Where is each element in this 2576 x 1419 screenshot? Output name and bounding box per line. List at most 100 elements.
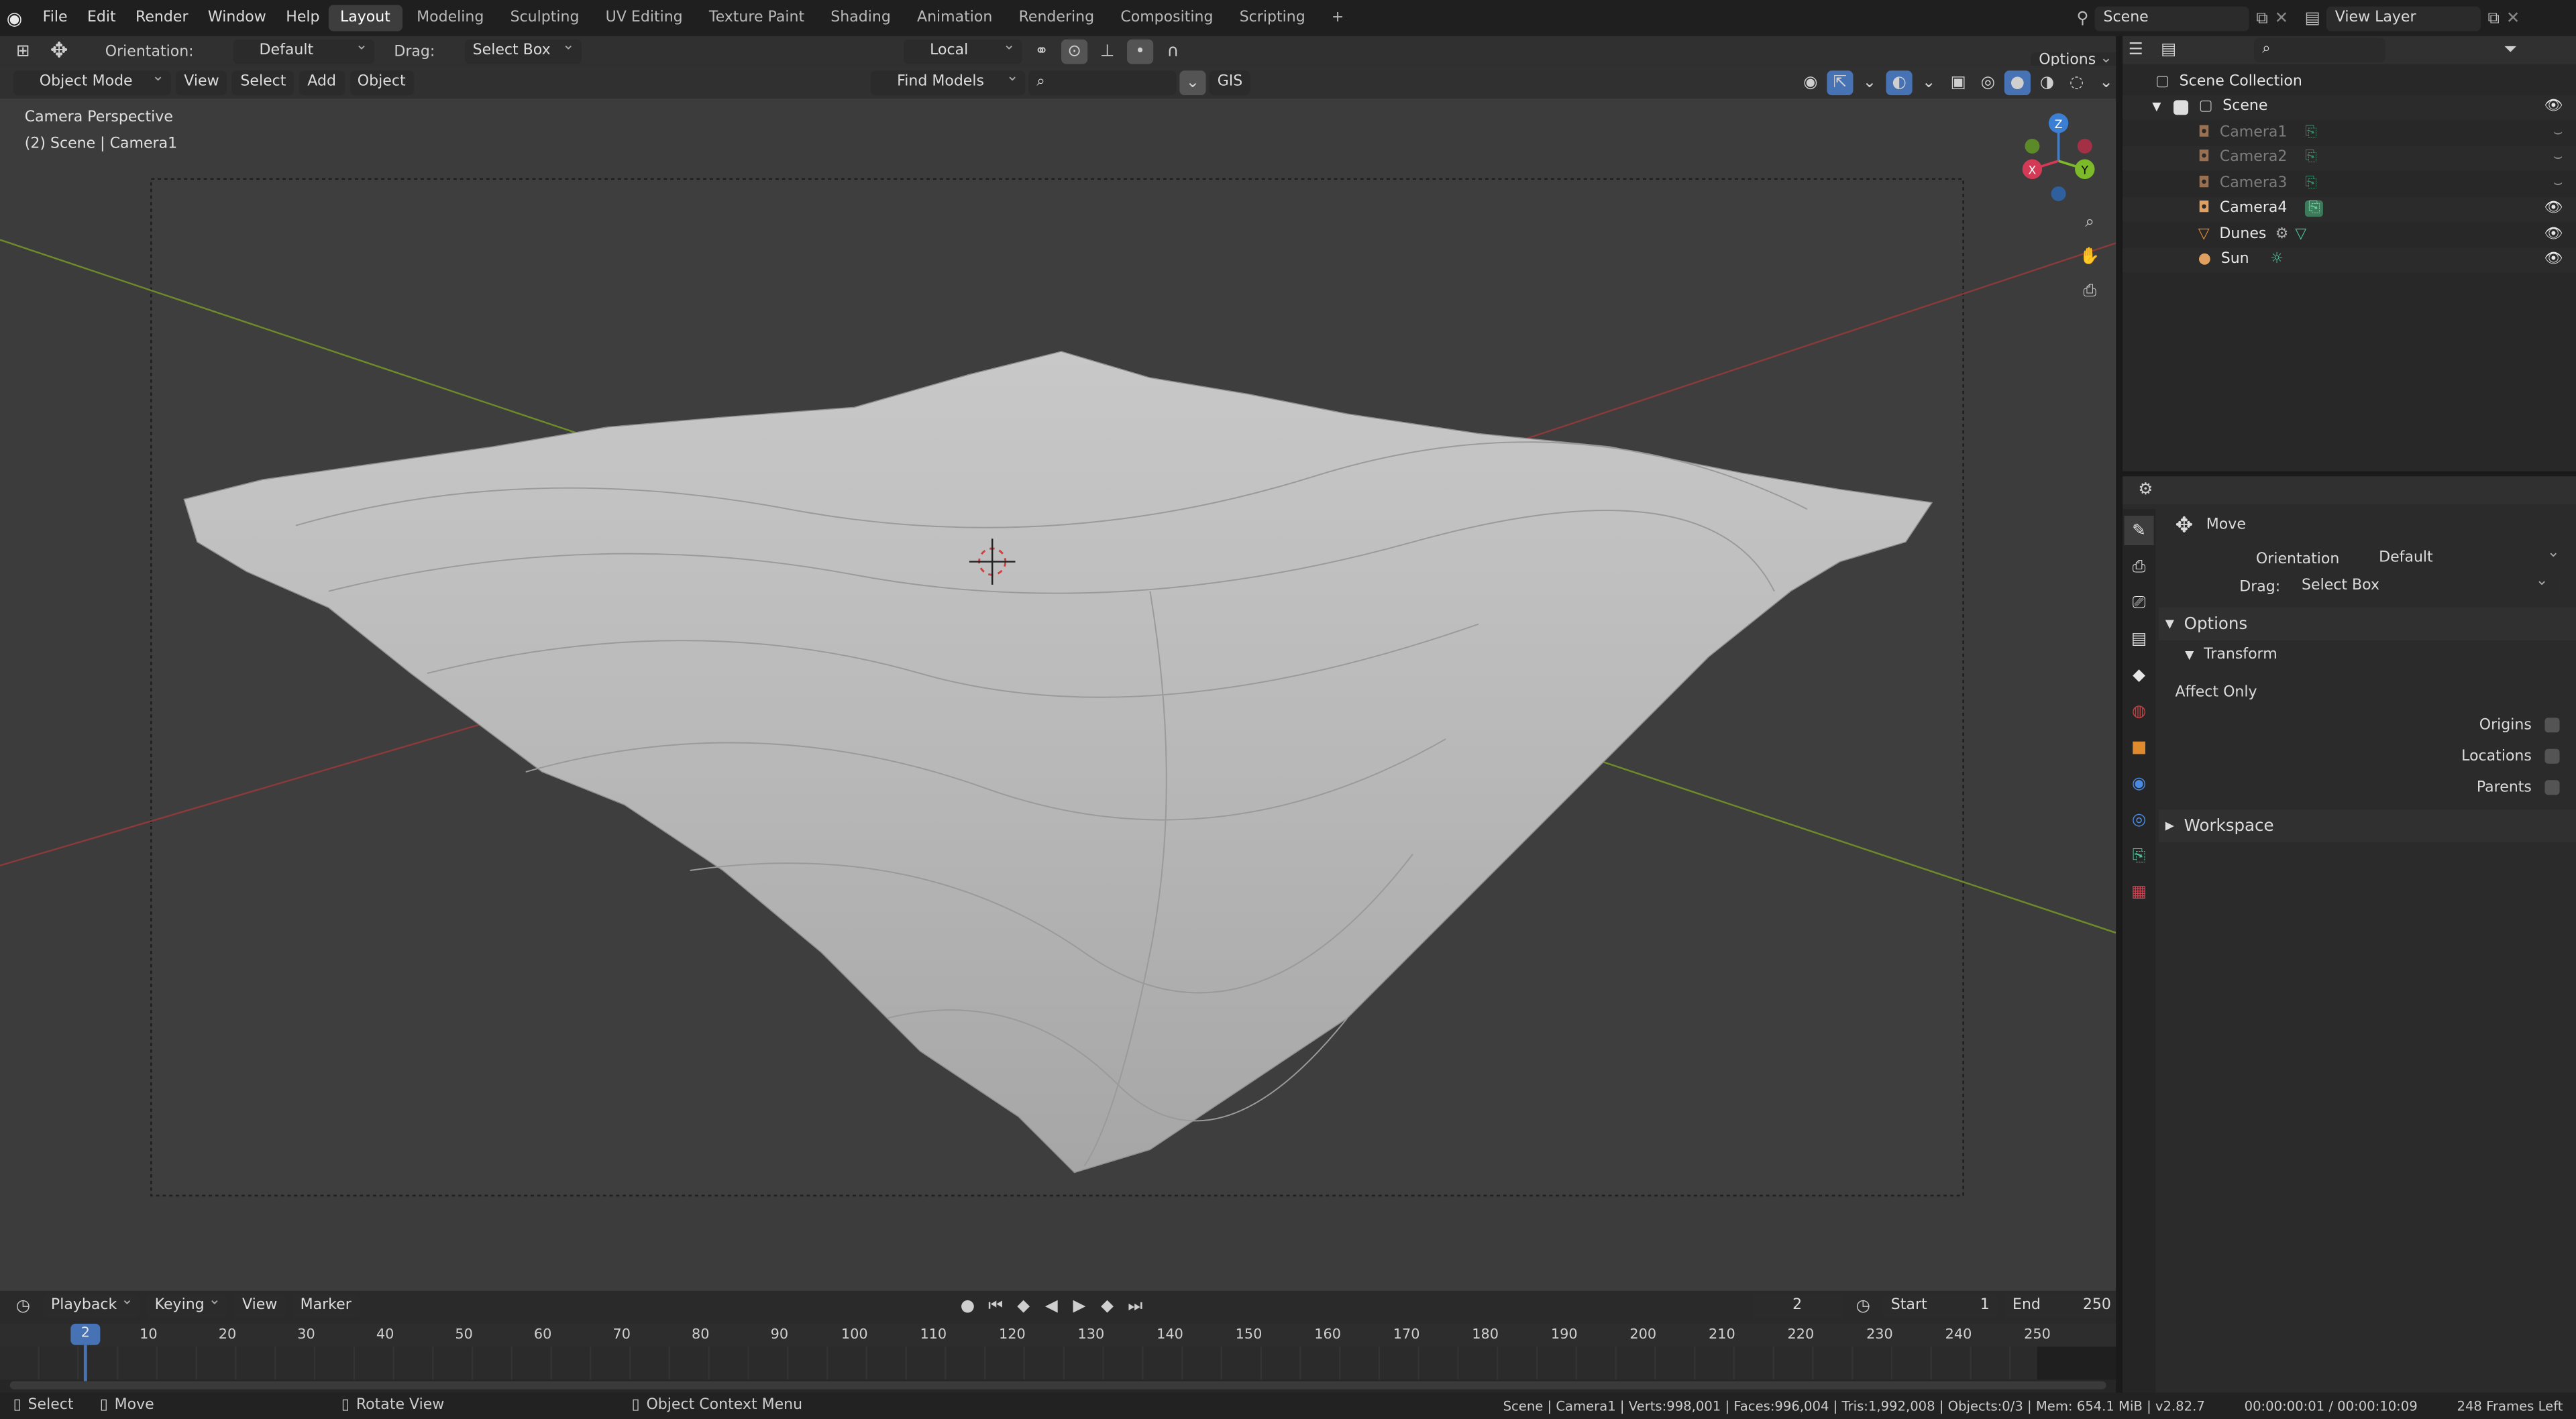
tab-sculpting[interactable]: Sculpting [498, 5, 590, 31]
next-keyframe-icon[interactable]: ◆ [1094, 1294, 1120, 1319]
scene-visibility-icon[interactable]: 👁 [2544, 99, 2563, 115]
play-reverse-icon[interactable]: ◀ [1038, 1294, 1065, 1319]
physics-tab-icon[interactable]: ◎ [2125, 805, 2154, 834]
constraints-tab-icon[interactable]: ◉ [2125, 769, 2154, 798]
timeline-view-menu[interactable]: View [233, 1294, 286, 1319]
model-search-input[interactable]: ⌕ [1028, 70, 1177, 96]
new-scene-icon[interactable]: ⧉ [2256, 9, 2267, 27]
playback-menu[interactable]: Playback [42, 1289, 140, 1319]
scene-icon[interactable]: ⚲ [2077, 9, 2089, 27]
parents-row[interactable]: Parents [2159, 772, 2576, 803]
tab-rendering[interactable]: Rendering [1007, 5, 1106, 31]
find-models-dropdown[interactable]: Find Models [870, 66, 1026, 96]
falloff-icon[interactable]: ∩ [1160, 40, 1186, 64]
display-mode-icon[interactable]: ▤ [2155, 38, 2182, 62]
orientation-prop-dropdown[interactable]: Default [2352, 542, 2567, 572]
outliner-item-camera2[interactable]: ◘ Camera2 ⎘ ⌣ [2123, 145, 2576, 171]
navigation-gizmo[interactable]: Z Y X [2014, 109, 2106, 214]
orientation-dropdown[interactable]: Default [233, 34, 374, 64]
menu-view[interactable]: View [176, 70, 227, 96]
link-icon[interactable]: ⚭ [1028, 40, 1055, 64]
outliner-item-camera4[interactable]: ◘ Camera4 ⎘ 👁 [2123, 196, 2576, 222]
view-layer-icon[interactable]: ▤ [2305, 9, 2320, 27]
area-divider[interactable] [2116, 36, 2123, 1393]
move-tool-icon[interactable]: ✥ [46, 40, 72, 64]
outliner-item-dunes[interactable]: ▽ Dunes ⚙ ▽ 👁 [2123, 222, 2576, 247]
scene-tab-icon[interactable]: ◆ [2125, 660, 2154, 689]
outliner-item-sun[interactable]: ● Sun ☼ 👁 [2123, 247, 2576, 273]
delete-view-layer-icon[interactable]: ✕ [2506, 9, 2520, 27]
drag-dropdown[interactable]: Select Box [464, 34, 582, 64]
options-panel-header[interactable]: ▼ Options [2158, 608, 2576, 641]
view-layer-field[interactable]: View Layer [2326, 5, 2481, 31]
marker-menu[interactable]: Marker [292, 1294, 360, 1319]
workspace-panel-header[interactable]: ▶ Workspace [2158, 809, 2576, 843]
locations-checkbox[interactable] [2544, 748, 2560, 764]
gis-menu[interactable]: GIS [1209, 70, 1251, 96]
jump-start-icon[interactable]: ⏮ [983, 1294, 1009, 1319]
outliner-editor-icon[interactable]: ☰ [2123, 38, 2149, 62]
snap-target-icon[interactable]: ⊥ [1094, 40, 1120, 64]
tab-compositing[interactable]: Compositing [1109, 5, 1224, 31]
overlay-toggle-icon[interactable]: ◐ [1886, 70, 1913, 96]
visibility-icon[interactable]: 👁 [2544, 226, 2563, 242]
tab-modeling[interactable]: Modeling [405, 5, 496, 31]
visibility-icon[interactable]: ◉ [1797, 70, 1823, 95]
locations-row[interactable]: Locations [2159, 740, 2576, 772]
pan-hand-icon[interactable]: ✋ [2077, 245, 2103, 270]
outliner-item-camera3[interactable]: ◘ Camera3 ⎘ ⌣ [2123, 171, 2576, 196]
menu-window[interactable]: Window [198, 10, 276, 26]
parents-checkbox[interactable] [2544, 780, 2560, 795]
proportional-edit-icon[interactable]: • [1127, 39, 1154, 64]
menu-select[interactable]: Select [232, 70, 294, 96]
hidden-icon[interactable]: ⌣ [2553, 175, 2563, 191]
drag-prop-dropdown[interactable]: Select Box [2293, 570, 2555, 600]
outliner-item-camera1[interactable]: ◘ Camera1 ⎘ ⌣ [2123, 120, 2576, 146]
scene-row[interactable]: ▼ ▢ Scene 👁 [2123, 94, 2576, 120]
menu-edit[interactable]: Edit [77, 10, 125, 26]
start-frame-field[interactable]: Start 1 [1882, 1294, 1998, 1319]
properties-editor-icon[interactable]: ⚙ [2133, 478, 2159, 503]
filter-icon[interactable]: ⏷ [2497, 38, 2523, 62]
visibility-icon[interactable]: 👁 [2544, 251, 2563, 268]
hidden-icon[interactable]: ⌣ [2553, 150, 2563, 166]
blender-logo-icon[interactable]: ◉ [7, 7, 33, 29]
gizmo-dropdown-icon[interactable]: ⌄ [1856, 70, 1882, 95]
expand-arrow-icon[interactable]: ▼ [2152, 101, 2161, 114]
transform-subpanel-header[interactable]: ▼ Transform [2159, 640, 2576, 670]
timeline-scrollbar[interactable] [9, 1381, 2106, 1389]
timeline-editor-icon[interactable]: ◷ [10, 1294, 36, 1319]
scene-name-field[interactable]: Scene [2095, 5, 2250, 31]
visibility-icon[interactable]: 👁 [2544, 201, 2563, 217]
tab-texture-paint[interactable]: Texture Paint [698, 5, 816, 31]
origins-row[interactable]: Origins [2159, 710, 2576, 741]
tab-layout[interactable]: Layout [328, 5, 402, 32]
rendered-shading-icon[interactable]: ◌ [2063, 70, 2090, 95]
scene-checkbox[interactable] [2174, 99, 2190, 115]
new-view-layer-icon[interactable]: ⧉ [2488, 9, 2500, 27]
overlay-dropdown-icon[interactable]: ⌄ [1916, 70, 1942, 95]
wireframe-shading-icon[interactable]: ◎ [1975, 70, 2001, 95]
timeline-track[interactable]: 10 20 30 40 50 60 70 80 90 100 110 120 1… [0, 1323, 2116, 1393]
delete-scene-icon[interactable]: ✕ [2275, 9, 2289, 27]
menu-help[interactable]: Help [276, 10, 330, 26]
mode-dropdown[interactable]: Object Mode [13, 66, 171, 96]
data-tab-icon[interactable]: ⎘ [2125, 841, 2154, 870]
keying-menu[interactable]: Keying [146, 1289, 227, 1319]
world-tab-icon[interactable]: ◍ [2125, 696, 2154, 726]
clock-icon[interactable]: ◷ [1850, 1294, 1876, 1319]
playhead-marker[interactable]: 2 [70, 1323, 101, 1345]
end-frame-field[interactable]: End 250 [2004, 1294, 2120, 1319]
solid-shading-icon[interactable]: ● [2004, 70, 2031, 96]
tab-scripting[interactable]: Scripting [1228, 5, 1317, 31]
tab-uv-editing[interactable]: UV Editing [594, 5, 694, 31]
add-workspace-button[interactable]: + [1320, 5, 1356, 31]
menu-file[interactable]: File [33, 10, 77, 26]
camera-view-icon[interactable]: ⎙ [2077, 279, 2103, 304]
snap-icon[interactable]: ⊙ [1061, 39, 1088, 64]
render-tab-icon[interactable]: ⎙ [2125, 552, 2154, 581]
scene-collection-row[interactable]: ▢ Scene Collection [2123, 69, 2576, 95]
texture-tab-icon[interactable]: ▦ [2125, 877, 2154, 907]
material-shading-icon[interactable]: ◑ [2034, 70, 2060, 95]
gizmo-toggle-icon[interactable]: ⇱ [1827, 70, 1854, 96]
